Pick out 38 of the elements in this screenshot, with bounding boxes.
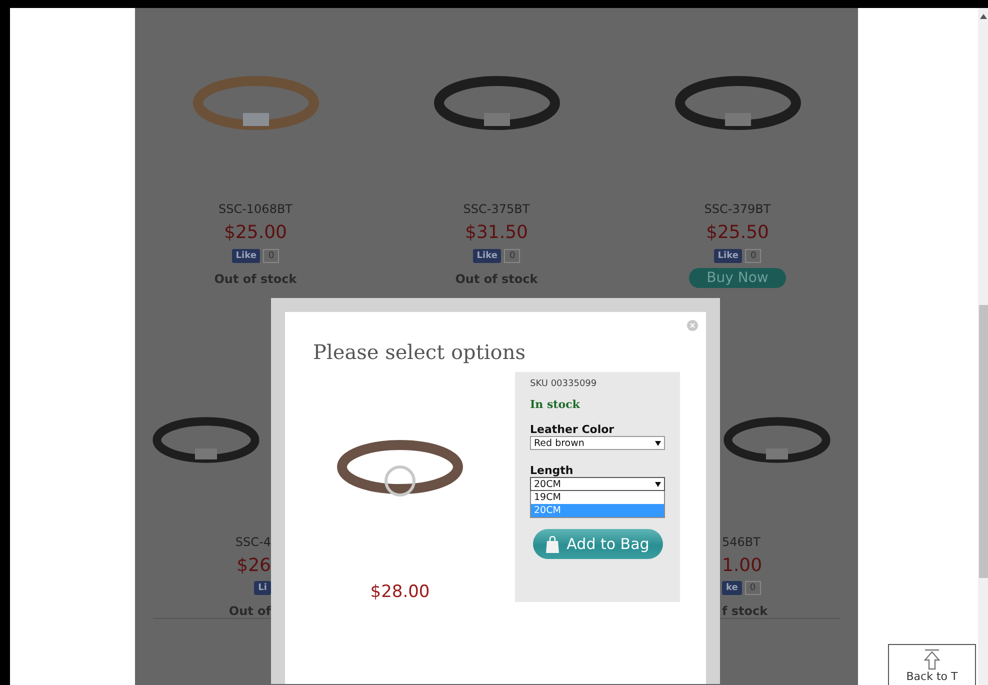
scroll-up-arrow-icon[interactable] xyxy=(980,14,986,19)
back-to-top-button[interactable]: Back to T xyxy=(888,644,976,685)
stock-status: Out of stock xyxy=(455,272,538,286)
like-button[interactable]: Like xyxy=(472,249,502,263)
product-price: $26 xyxy=(236,554,271,576)
option-select[interactable]: Red brown xyxy=(530,436,665,450)
like-button[interactable]: Like xyxy=(232,249,260,263)
caret-icon xyxy=(655,482,661,486)
sku-text: SKU 00335099 xyxy=(530,379,598,389)
option-label: Leather Color xyxy=(530,423,616,436)
up-arrow-icon xyxy=(923,649,941,671)
close-icon[interactable] xyxy=(687,320,698,331)
product-price: $28.00 xyxy=(370,582,430,602)
stock-status: f stock xyxy=(722,604,768,618)
product-name: SSC-1068BT xyxy=(218,202,293,216)
product-name: SSC-4 xyxy=(235,534,271,549)
buy-now-button[interactable]: Buy Now xyxy=(688,268,786,288)
product-price: 1.00 xyxy=(722,554,762,576)
like-button[interactable]: Like xyxy=(714,249,742,263)
stock-status: In stock xyxy=(530,398,581,411)
dropdown-option[interactable]: 20CM xyxy=(531,504,664,517)
product-name: SSC-375BT xyxy=(463,202,530,216)
scrollbar[interactable] xyxy=(978,8,988,685)
dialog-title: Please select options xyxy=(313,340,526,364)
add-to-bag-button[interactable]: Add to Bag xyxy=(532,529,662,559)
option-select[interactable]: 20CM xyxy=(530,477,665,491)
like-button[interactable]: Li xyxy=(254,581,271,596)
like-button[interactable]: ke xyxy=(722,581,742,596)
product-price: $25.00 xyxy=(224,222,287,243)
product-name: 546BT xyxy=(722,534,760,549)
stock-status: Out of xyxy=(228,604,271,618)
product-price: $25.50 xyxy=(706,222,769,243)
product-price: $31.50 xyxy=(465,222,528,243)
product-name: SSC-379BT xyxy=(704,202,771,216)
stock-status: Out of stock xyxy=(214,272,297,286)
option-label: Length xyxy=(530,464,574,477)
caret-icon xyxy=(655,440,661,446)
shopping-bag-icon xyxy=(546,536,559,552)
